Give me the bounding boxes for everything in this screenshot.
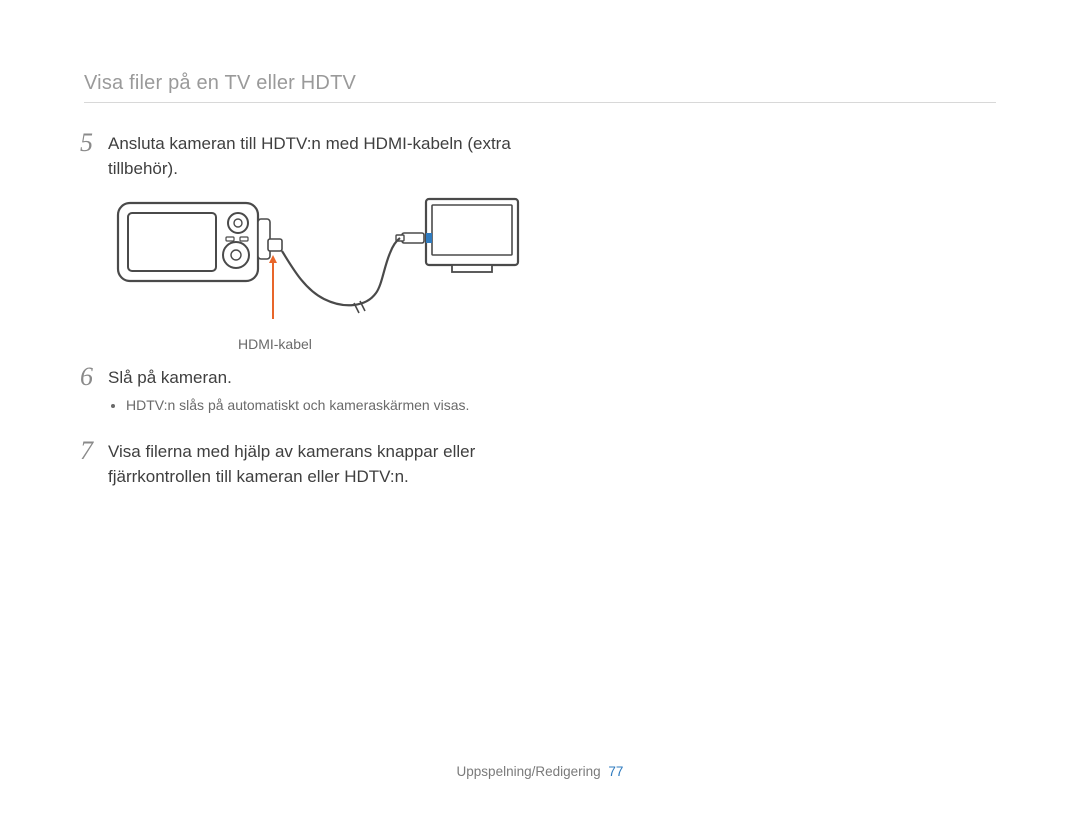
step-bullets: HDTV:n slås på automatiskt och kameraskä… [108,395,550,416]
hdmi-plug-icon [396,233,424,243]
step-text: Visa filerna med hjälp av kamerans knapp… [108,438,550,489]
footer-page-number: 77 [608,764,623,779]
page-footer: Uppspelning/Redigering 77 [0,764,1080,779]
manual-page: Visa filer på en TV eller HDTV 5 Ansluta… [0,0,1080,815]
step-number: 5 [80,130,108,156]
tv-icon [426,199,518,272]
step-number: 6 [80,364,108,390]
pointer-arrow-icon [269,255,277,319]
step-text: Slå på kameran. [108,364,550,391]
hdmi-cable-icon [282,238,400,305]
step-7: 7 Visa filerna med hjälp av kamerans kna… [80,438,550,489]
diagram-label: HDMI-kabel [238,336,550,352]
content-column: 5 Ansluta kameran till HDTV:n med HDMI-k… [80,130,550,497]
camera-icon [118,203,282,281]
footer-section: Uppspelning/Redigering [457,764,601,779]
hdmi-diagram: HDMI-kabel [108,189,550,352]
bullet-item: HDTV:n slås på automatiskt och kameraskä… [126,395,550,416]
camera-tv-hdmi-illustration [108,189,528,329]
step-number: 7 [80,438,108,464]
step-6: 6 Slå på kameran. HDTV:n slås på automat… [80,364,550,430]
step-text: Ansluta kameran till HDTV:n med HDMI-kab… [108,130,550,181]
page-title: Visa filer på en TV eller HDTV [84,72,356,95]
horizontal-rule [84,102,996,103]
step-5: 5 Ansluta kameran till HDTV:n med HDMI-k… [80,130,550,181]
